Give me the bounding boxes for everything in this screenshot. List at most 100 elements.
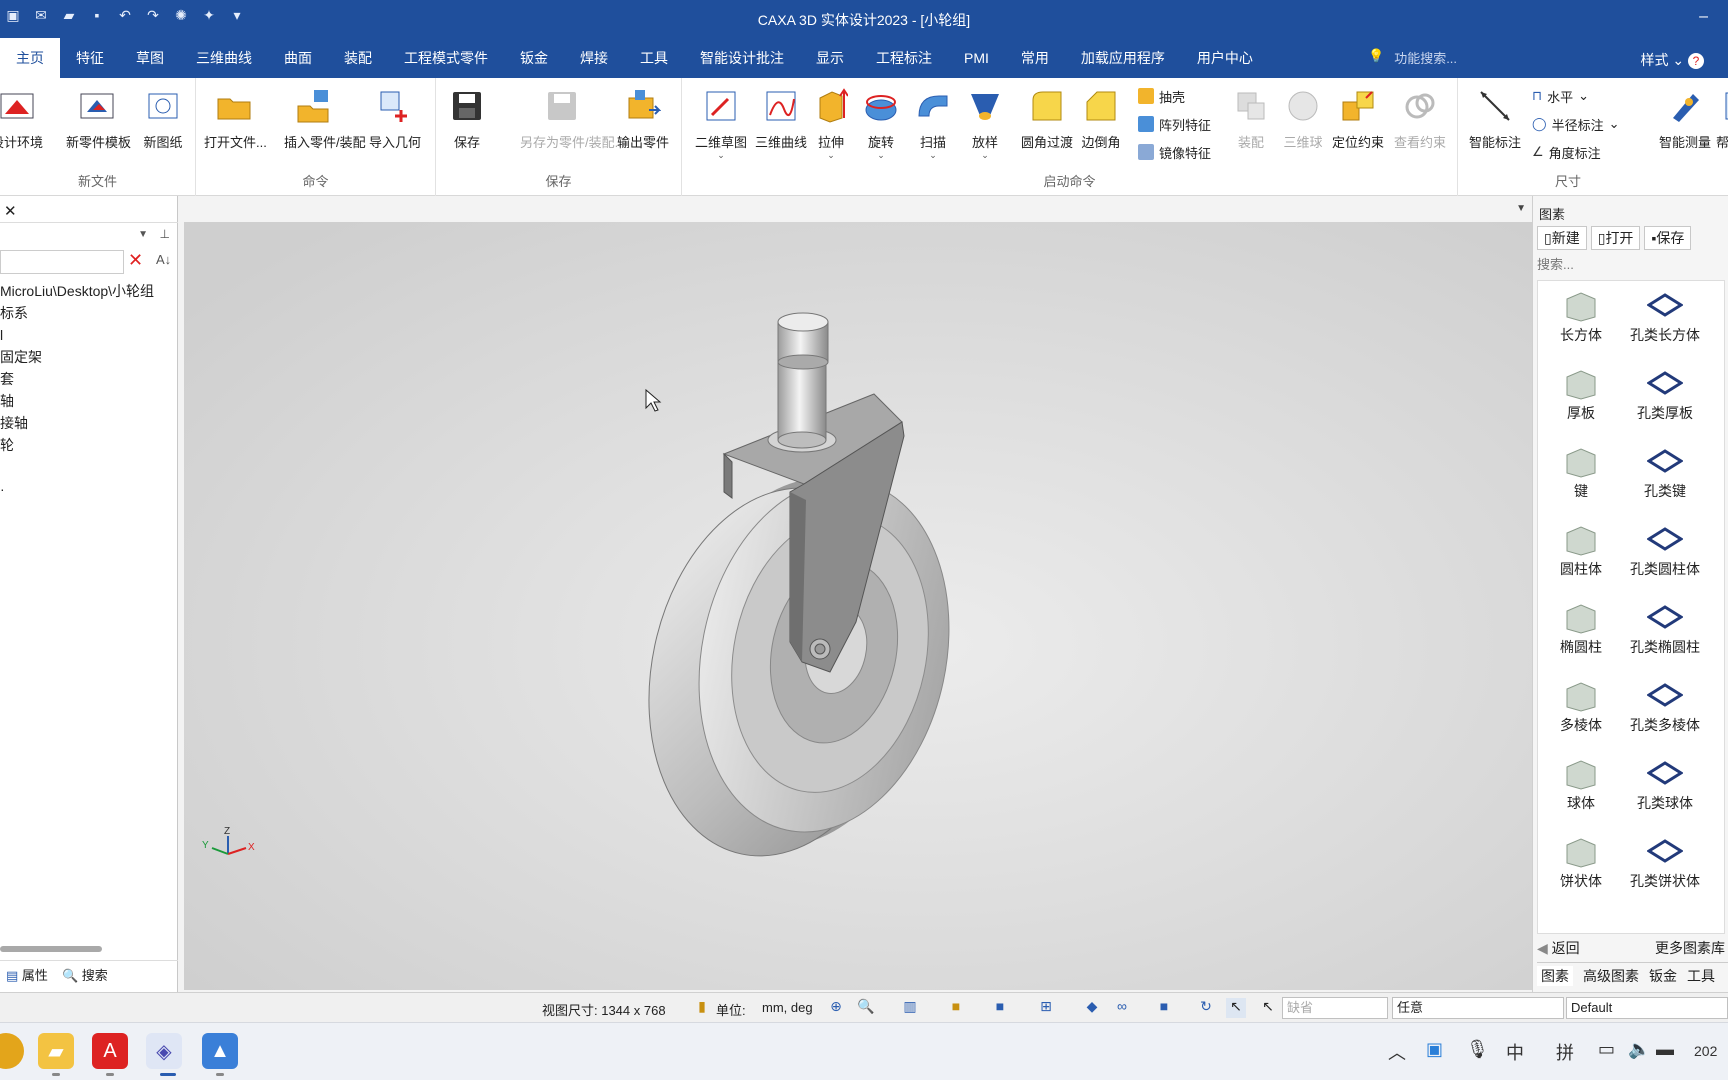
- menu-tab-14[interactable]: 常用: [1005, 38, 1065, 78]
- section-icon[interactable]: ⊞: [1036, 998, 1056, 1018]
- sort-az-icon[interactable]: A↓: [156, 252, 171, 267]
- assembly-button[interactable]: 装配: [1228, 86, 1274, 158]
- library-save-button[interactable]: ▪保存: [1644, 226, 1692, 250]
- menu-tab-10[interactable]: 智能设计批注: [684, 38, 800, 78]
- browser-app-icon[interactable]: [0, 1033, 24, 1069]
- design-environment-button[interactable]: 设计环境: [0, 86, 48, 158]
- library-new-button[interactable]: ▯新建: [1537, 226, 1587, 250]
- tab-advanced-elements[interactable]: 高级图素: [1583, 966, 1639, 986]
- style-menu[interactable]: 样式 ⌄ ?: [1640, 50, 1704, 70]
- tab-sheet-metal[interactable]: 钣金: [1649, 966, 1677, 986]
- tree-item[interactable]: MicroLiu\Desktop\小轮组: [0, 280, 178, 302]
- library-item[interactable]: 长方体: [1538, 281, 1624, 359]
- zoom-icon[interactable]: 🔍: [856, 998, 876, 1018]
- save-as-button[interactable]: 另存为零件/装配...: [520, 86, 625, 158]
- new-drawing-button[interactable]: 新图纸: [132, 86, 194, 158]
- tab-elements[interactable]: 图素: [1537, 965, 1573, 986]
- caxa-app-icon[interactable]: ◈: [146, 1033, 182, 1069]
- tree-item[interactable]: 接轴: [0, 412, 178, 434]
- ime-mode[interactable]: 拼: [1556, 1039, 1574, 1065]
- tray-expand-icon[interactable]: ︿: [1388, 1039, 1406, 1065]
- menu-tab-1[interactable]: 特征: [60, 38, 120, 78]
- radius-caret-icon[interactable]: ⌄: [1609, 116, 1620, 132]
- horizontal-scrollbar[interactable]: [0, 946, 102, 952]
- unit-value[interactable]: mm, deg: [762, 1000, 813, 1015]
- three-d-ball-button[interactable]: 三维球: [1280, 86, 1326, 158]
- tree-item[interactable]: [0, 456, 178, 478]
- horizontal-dimension-button[interactable]: ⊓ 水平 ⌄: [1532, 84, 1589, 108]
- menu-tab-16[interactable]: 用户中心: [1181, 38, 1269, 78]
- menu-tab-5[interactable]: 装配: [328, 38, 388, 78]
- position-constraint-button[interactable]: 定位约束: [1328, 86, 1388, 158]
- zoom-fit-icon[interactable]: ⊕: [826, 998, 846, 1018]
- library-item[interactable]: 键: [1538, 437, 1624, 515]
- loft-caret-icon[interactable]: ⌄: [962, 151, 1008, 160]
- select-mode-icon[interactable]: ↖: [1258, 998, 1278, 1018]
- tray-app-icon[interactable]: ▣: [1426, 1039, 1443, 1060]
- close-icon[interactable]: ✕: [4, 202, 17, 220]
- import-geometry-button[interactable]: 导入几何: [364, 86, 426, 158]
- curve-3d-button[interactable]: 三维曲线: [750, 86, 812, 158]
- tab-search[interactable]: 🔍 搜索: [62, 965, 108, 984]
- library-search-input[interactable]: 搜索...: [1537, 254, 1725, 276]
- extrude-caret-icon[interactable]: ⌄: [808, 151, 854, 160]
- chamfer-button[interactable]: 边倒角: [1076, 86, 1126, 158]
- sketch-2d-caret-icon[interactable]: ⌄: [690, 151, 752, 160]
- sweep-caret-icon[interactable]: ⌄: [910, 151, 956, 160]
- menu-tab-3[interactable]: 三维曲线: [180, 38, 268, 78]
- library-item[interactable]: 球体: [1538, 749, 1624, 827]
- revolve-caret-icon[interactable]: ⌄: [858, 151, 904, 160]
- smart-dimension-button[interactable]: 智能标注: [1464, 86, 1526, 158]
- tab-tools[interactable]: 工具: [1687, 966, 1715, 986]
- horizontal-caret-icon[interactable]: ⌄: [1578, 88, 1589, 104]
- tree-item[interactable]: 固定架: [0, 346, 178, 368]
- clear-search-icon[interactable]: ✕: [128, 250, 143, 271]
- library-open-button[interactable]: ▯打开: [1590, 226, 1641, 250]
- clock[interactable]: 202: [1694, 1043, 1717, 1059]
- menu-tab-4[interactable]: 曲面: [268, 38, 328, 78]
- insert-part-button[interactable]: 插入零件/装配: [284, 86, 366, 158]
- menu-tab-11[interactable]: 显示: [800, 38, 860, 78]
- view-orient-icon[interactable]: ▥: [900, 998, 920, 1018]
- 3d-viewport[interactable]: Z X Y: [184, 222, 1532, 990]
- pick-type-select[interactable]: 任意: [1392, 997, 1564, 1019]
- fillet-button[interactable]: 圆角过渡: [1016, 86, 1078, 158]
- save-button[interactable]: 保存: [436, 86, 498, 158]
- pdf-app-icon[interactable]: A: [92, 1033, 128, 1069]
- file-explorer-icon[interactable]: ▰: [38, 1033, 74, 1069]
- render-mode-icon[interactable]: ■: [946, 998, 966, 1018]
- dropdown-arrow-icon[interactable]: ▼: [138, 229, 148, 240]
- pick-filter-icon[interactable]: ↻: [1196, 998, 1216, 1018]
- library-item[interactable]: 孔类长方体: [1622, 281, 1708, 359]
- revolve-button[interactable]: 旋转 ⌄: [858, 86, 904, 160]
- menu-tab-6[interactable]: 工程模式零件: [388, 38, 504, 78]
- library-item[interactable]: 孔类椭圆柱: [1622, 593, 1708, 671]
- sketch-2d-button[interactable]: 二维草图 ⌄: [690, 86, 752, 160]
- shading-icon[interactable]: ◆: [1082, 998, 1102, 1018]
- network-icon[interactable]: ▭: [1598, 1039, 1615, 1060]
- extrude-button[interactable]: 拉伸 ⌄: [808, 86, 854, 160]
- tree-item[interactable]: 套: [0, 368, 178, 390]
- viewport-dropdown-icon[interactable]: ▼: [1516, 203, 1526, 214]
- menu-tab-12[interactable]: 工程标注: [860, 38, 948, 78]
- menu-tab-7[interactable]: 钣金: [504, 38, 564, 78]
- tree-item[interactable]: l: [0, 324, 178, 346]
- back-button[interactable]: ◀ 返回: [1537, 938, 1580, 960]
- radius-dimension-button[interactable]: ◯ 半径标注 ⌄: [1532, 112, 1619, 136]
- library-item[interactable]: 孔类多棱体: [1622, 671, 1708, 749]
- caster-wheel-model[interactable]: Z X Y: [184, 222, 1532, 990]
- filter-select[interactable]: 缺省: [1282, 997, 1388, 1019]
- library-item[interactable]: 孔类厚板: [1622, 359, 1708, 437]
- tree-search-input[interactable]: [0, 250, 124, 274]
- help-button[interactable]: 帮助: [1714, 86, 1728, 158]
- view-constraint-button[interactable]: 查看约束: [1390, 86, 1450, 158]
- menu-tab-13[interactable]: PMI: [948, 38, 1005, 78]
- mirror-button[interactable]: 镜像特征: [1138, 140, 1211, 164]
- menu-tab-8[interactable]: 焊接: [564, 38, 624, 78]
- menu-tab-15[interactable]: 加载应用程序: [1065, 38, 1181, 78]
- export-part-button[interactable]: 输出零件: [612, 86, 674, 158]
- menu-tab-9[interactable]: 工具: [624, 38, 684, 78]
- cube-view-icon[interactable]: ■: [1154, 998, 1174, 1018]
- smart-measure-button[interactable]: 智能测量: [1654, 86, 1716, 158]
- library-item[interactable]: 椭圆柱: [1538, 593, 1624, 671]
